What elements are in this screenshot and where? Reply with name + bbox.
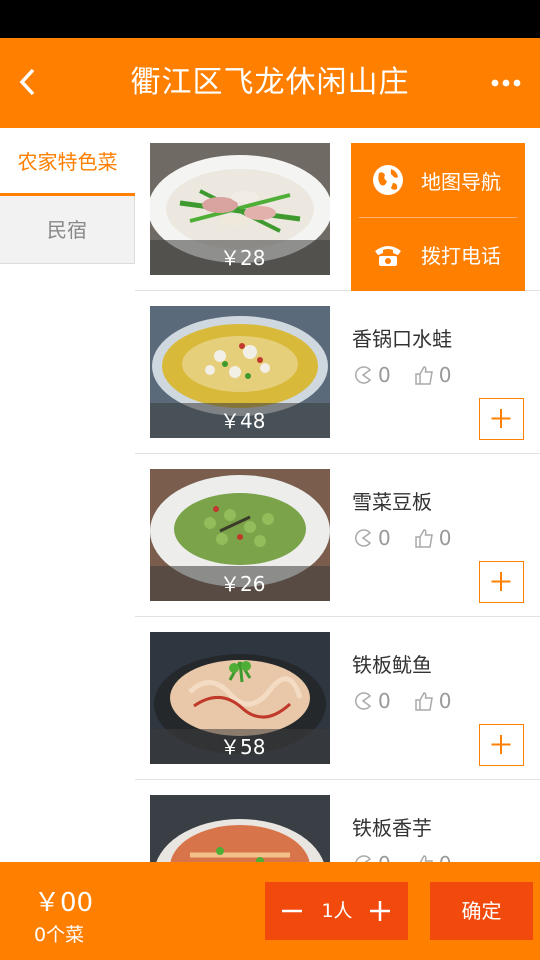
like-icon[interactable] [413,364,435,386]
add-button[interactable] [479,398,524,440]
list-item[interactable]: ￥48 香锅口水蛙 0 0 [135,291,540,454]
dish-name: 铁板鱿鱼 [352,653,432,677]
dish-name: 香锅口水蛙 [352,327,452,351]
share-count: 0 [378,363,391,387]
like-count: 0 [438,363,452,387]
page-title: 衢江区飞龙休闲山庄 [130,65,410,100]
dish-stats: 0 0 [352,852,451,862]
cart-footer: ￥00 0个菜 1人 确定 [0,862,540,960]
share-icon[interactable] [352,527,374,549]
share-icon[interactable] [352,690,374,712]
phone-icon [375,246,401,266]
minus-icon[interactable] [279,896,305,926]
category-sidebar: 农家特色菜 民宿 [0,128,135,862]
dish-name: 铁板香芋 [352,816,432,840]
list-item[interactable]: ￥26 雪菜豆板 0 0 [135,454,540,617]
like-icon[interactable] [413,527,435,549]
add-button[interactable] [479,561,524,603]
confirm-button[interactable]: 确定 [430,882,533,940]
like-count: 0 [438,526,452,550]
back-icon[interactable] [14,62,44,102]
share-count: 0 [378,852,391,862]
status-bar [0,0,540,38]
cart-total: ￥00 [34,888,94,918]
action-popover: 地图导航 拨打电话 [351,143,525,291]
dish-photo [150,795,330,862]
dish-price: ￥28 [220,246,266,270]
globe-icon [373,165,403,195]
add-button[interactable] [479,724,524,766]
dish-stats: 0 0 [352,526,451,550]
list-item[interactable]: 铁板香芋 0 0 [135,780,540,862]
map-navigation-label: 地图导航 [421,169,501,194]
share-count: 0 [378,689,391,713]
dish-price: ￥58 [220,735,266,759]
call-label: 拨打电话 [421,243,501,268]
app-header: 衢江区飞龙休闲山庄 [0,38,540,128]
plus-icon [491,572,511,591]
plus-icon[interactable] [367,896,393,926]
people-stepper: 1人 [265,882,408,940]
people-count: 1人 [321,900,353,922]
share-icon[interactable] [352,853,374,862]
dish-name: 雪菜豆板 [352,490,432,514]
dish-stats: 0 0 [352,689,451,713]
more-icon[interactable] [490,68,522,98]
map-navigation-button[interactable]: 地图导航 [351,143,525,217]
share-icon[interactable] [352,364,374,386]
list-item[interactable]: ￥58 铁板鱿鱼 0 0 [135,617,540,780]
dish-price: ￥26 [220,572,266,596]
like-icon[interactable] [413,690,435,712]
like-count: 0 [439,852,452,862]
plus-icon [491,409,511,428]
like-count: 0 [438,689,452,713]
dish-price: ￥48 [220,409,266,433]
divider [359,217,517,218]
call-button[interactable]: 拨打电话 [351,217,525,291]
cart-count: 0个菜 [34,924,85,946]
like-icon[interactable] [413,853,435,862]
sidebar-item-homestay[interactable]: 民宿 [0,196,135,264]
sidebar-item-farm-dishes[interactable]: 农家特色菜 [0,128,135,196]
plus-icon [491,735,511,754]
dish-stats: 0 0 [352,363,451,387]
share-count: 0 [378,526,391,550]
